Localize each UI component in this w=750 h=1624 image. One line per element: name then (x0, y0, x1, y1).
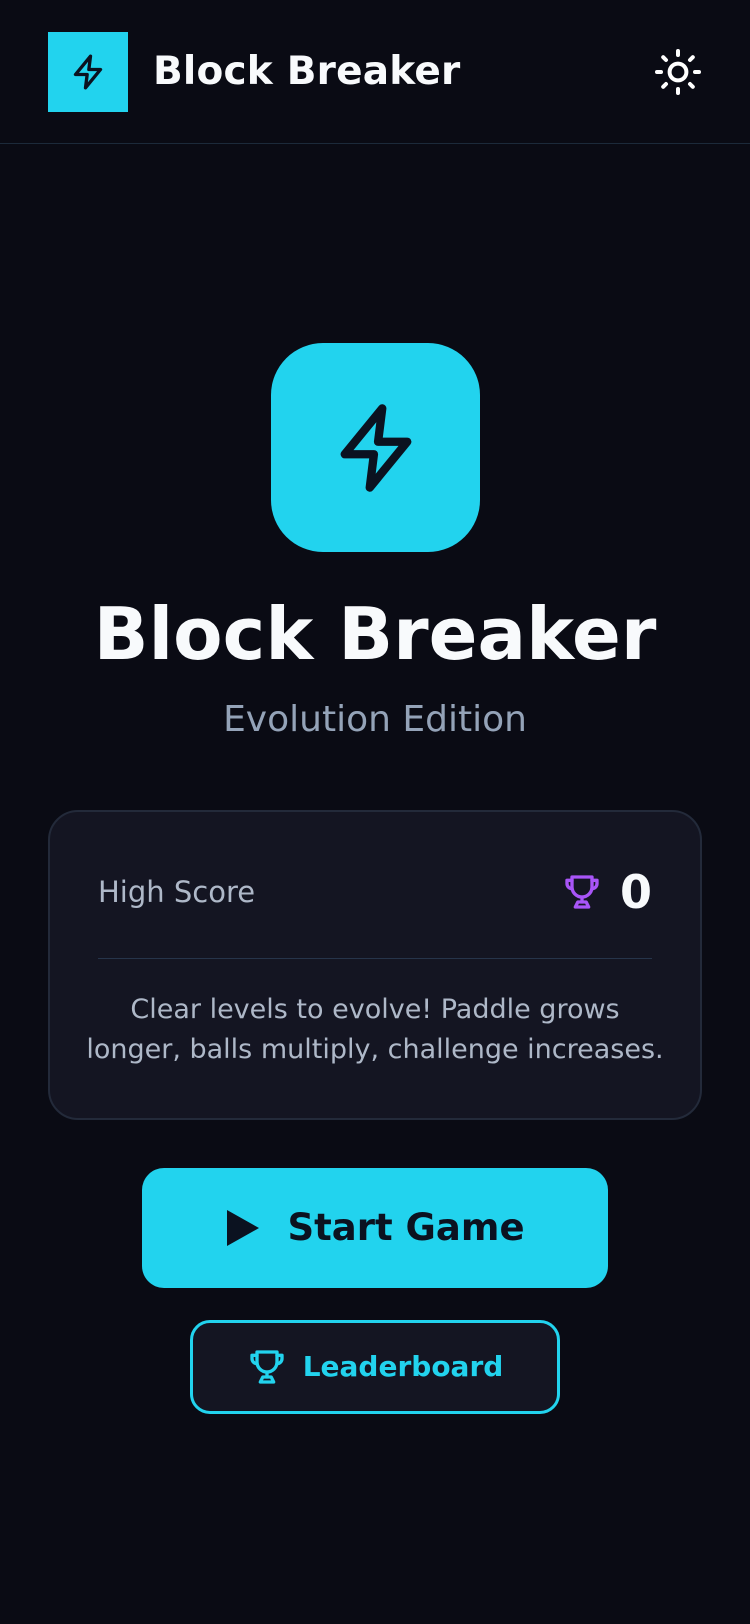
zap-icon (340, 403, 411, 492)
high-score-card: High Score 0 Clear levels to evolve! Pad… (48, 810, 702, 1120)
leaderboard-button[interactable]: Leaderboard (190, 1320, 560, 1414)
app-logo (48, 32, 128, 112)
high-score-display: 0 (562, 864, 652, 920)
sun-icon (655, 49, 701, 95)
game-description: Clear levels to evolve! Paddle grows lon… (86, 994, 664, 1065)
high-score-value: 0 (619, 865, 652, 919)
start-game-label: Start Game (287, 1206, 525, 1249)
divider (98, 958, 652, 959)
leaderboard-label: Leaderboard (302, 1350, 504, 1383)
high-score-label: High Score (98, 875, 256, 909)
theme-toggle-button[interactable] (652, 46, 704, 98)
trophy-icon (562, 872, 602, 912)
trophy-icon (247, 1347, 287, 1387)
game-subtitle: Evolution Edition (223, 699, 527, 740)
hero-logo (271, 343, 480, 552)
app-title: Block Breaker (153, 49, 461, 94)
zap-icon (73, 54, 103, 90)
play-icon (225, 1208, 261, 1248)
app-header: Block Breaker (0, 0, 750, 144)
game-title: Block Breaker (93, 592, 657, 676)
start-game-button[interactable]: Start Game (142, 1168, 608, 1288)
